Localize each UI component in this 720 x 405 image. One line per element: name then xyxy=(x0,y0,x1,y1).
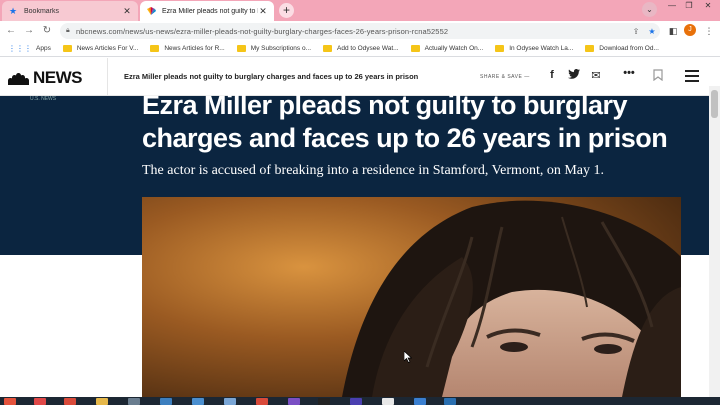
close-icon[interactable]: ✕ xyxy=(258,6,268,17)
tab-article[interactable]: Ezra Miller pleads not guilty to b ✕ xyxy=(140,1,274,21)
folder-icon xyxy=(150,44,160,52)
reload-icon[interactable]: ↻ xyxy=(40,24,54,38)
profile-avatar[interactable]: J xyxy=(684,24,696,36)
logo-text: NEWS xyxy=(33,68,83,87)
bookmark-folder[interactable]: Add to Odysee Wat... xyxy=(323,44,399,52)
article-headline: Ezra Miller pleads not guilty to burglar… xyxy=(142,90,668,153)
taskbar-app-icon[interactable] xyxy=(382,398,394,405)
share-save-label: SHARE & SAVE — xyxy=(480,74,530,80)
taskbar-app-icon[interactable] xyxy=(96,398,108,405)
bookmark-icon[interactable] xyxy=(651,69,665,84)
more-dots-icon[interactable]: ••• xyxy=(622,67,636,79)
taskbar-app-icon[interactable] xyxy=(318,398,330,405)
folder-icon xyxy=(495,44,505,52)
minimize-icon[interactable]: — xyxy=(664,0,680,14)
article-dek: The actor is accused of breaking into a … xyxy=(142,163,604,178)
folder-icon xyxy=(585,44,595,52)
taskbar-app-icon[interactable] xyxy=(288,398,300,405)
tab-strip: ★ Bookmarks ✕ Ezra Miller pleads not gui… xyxy=(0,0,720,21)
twitter-icon[interactable] xyxy=(567,69,581,82)
taskbar-app-icon[interactable] xyxy=(444,398,456,405)
address-bar[interactable]: 🔒︎ nbcnews.com/news/us-news/ezra-miller-… xyxy=(60,23,660,39)
browser-toolbar: ← → ↻ 🔒︎ nbcnews.com/news/us-news/ezra-m… xyxy=(0,21,720,40)
taskbar-app-icon[interactable] xyxy=(128,398,140,405)
mouse-cursor-icon xyxy=(403,350,413,368)
bookmark-folder[interactable]: News Articles for R... xyxy=(150,44,225,52)
star-icon: ★ xyxy=(8,5,18,16)
page-scrollbar[interactable] xyxy=(709,86,720,397)
section-kicker[interactable]: U.S. NEWS xyxy=(30,96,56,102)
share-icon[interactable]: ⇪ xyxy=(628,27,644,36)
folder-icon xyxy=(410,44,420,52)
taskbar-app-icon[interactable] xyxy=(192,398,204,405)
back-arrow-icon[interactable]: ← xyxy=(4,24,18,38)
peacock-icon xyxy=(8,71,30,85)
close-icon[interactable]: ✕ xyxy=(122,6,132,17)
email-icon[interactable]: ✉ xyxy=(589,69,603,82)
os-taskbar xyxy=(0,397,720,405)
bookmark-folder[interactable]: Actually Watch On... xyxy=(410,44,483,52)
taskbar-app-icon[interactable] xyxy=(350,398,362,405)
hamburger-menu-icon[interactable] xyxy=(685,70,699,85)
nbc-news-logo[interactable]: NEWS xyxy=(8,68,83,88)
folder-icon xyxy=(62,44,72,52)
extensions-icon[interactable]: ◧ xyxy=(666,24,680,38)
forward-arrow-icon[interactable]: → xyxy=(22,24,36,38)
more-menu-icon[interactable]: ⋮ xyxy=(702,24,716,38)
tab-label: Bookmarks xyxy=(24,7,60,15)
bookmark-apps[interactable]: ⋮⋮⋮ Apps xyxy=(8,44,51,53)
bookmarks-bar: ⋮⋮⋮ Apps News Articles For V... News Arti… xyxy=(0,40,720,57)
taskbar-app-icon[interactable] xyxy=(160,398,172,405)
header-divider xyxy=(107,58,108,96)
facebook-icon[interactable]: f xyxy=(545,69,559,81)
folder-icon xyxy=(323,44,333,52)
folder-icon xyxy=(236,44,246,52)
taskbar-app-icon[interactable] xyxy=(34,398,46,405)
tab-search-chevron-icon[interactable]: ⌄ xyxy=(642,2,657,17)
taskbar-app-icon[interactable] xyxy=(414,398,426,405)
restore-icon[interactable]: ❐ xyxy=(681,0,697,14)
bookmark-folder[interactable]: My Subscriptions o... xyxy=(236,44,311,52)
taskbar-app-icon[interactable] xyxy=(224,398,236,405)
start-button-icon[interactable] xyxy=(4,398,16,405)
header-article-title: Ezra Miller pleads not guilty to burglar… xyxy=(124,72,419,81)
taskbar-app-icon[interactable] xyxy=(256,398,268,405)
tab-bookmarks[interactable]: ★ Bookmarks ✕ xyxy=(2,1,138,21)
lock-icon: 🔒︎ xyxy=(66,27,70,34)
bookmark-folder[interactable]: Download from Od... xyxy=(585,44,659,52)
bookmark-star-icon[interactable]: ★ xyxy=(644,27,660,36)
nbc-favicon-icon xyxy=(146,6,156,16)
bookmark-folder[interactable]: News Articles For V... xyxy=(62,44,138,52)
tab-label: Ezra Miller pleads not guilty to b xyxy=(162,7,258,15)
new-tab-button[interactable]: + xyxy=(279,3,294,18)
close-window-icon[interactable]: ✕ xyxy=(700,0,716,14)
taskbar-app-icon[interactable] xyxy=(64,398,76,405)
url-text[interactable]: nbcnews.com/news/us-news/ezra-miller-ple… xyxy=(76,27,628,36)
apps-grid-icon: ⋮⋮⋮ xyxy=(8,43,32,53)
bookmark-folder[interactable]: In Odysee Watch La... xyxy=(495,44,573,52)
scrollbar-thumb[interactable] xyxy=(711,90,718,118)
